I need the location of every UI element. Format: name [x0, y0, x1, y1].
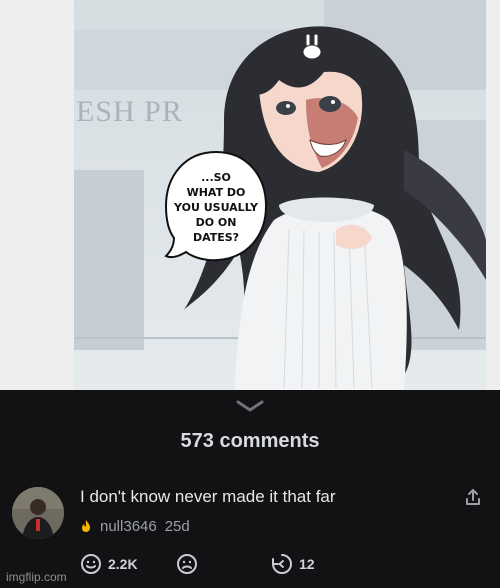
share-icon-shape: [466, 489, 480, 505]
flame-icon: [82, 520, 90, 532]
chevron-down-icon[interactable]: [232, 398, 268, 414]
comment-age: 25d: [164, 517, 190, 535]
frown-icon: [177, 554, 197, 574]
reply-icon: [272, 554, 292, 574]
avatar-image: [12, 487, 64, 539]
upvote-count: 2.2K: [108, 556, 138, 572]
reply-count: 12: [299, 556, 315, 572]
watermark-text: imgflip.com: [6, 570, 67, 584]
comic-illustration: [74, 0, 486, 390]
speech-bubble: ...SO WHAT DO YOU USUALLY DO ON DATES?: [162, 146, 270, 266]
comment-text: I don't know never made it that far: [80, 487, 336, 506]
store-sign-text: ESH PR: [76, 95, 183, 128]
username[interactable]: null3646: [100, 518, 157, 535]
bubble-line: WHAT DO: [186, 186, 246, 199]
bubble-line: DO ON: [195, 216, 237, 229]
speech-bubble-text: ...SO WHAT DO YOU USUALLY DO ON DATES?: [162, 170, 270, 245]
bubble-line: ...SO: [201, 171, 231, 184]
smile-icon: [81, 554, 101, 574]
comment-actions: 2.2K 12: [80, 553, 420, 575]
comments-count: 573 comments: [180, 430, 320, 452]
reply-button[interactable]: 12: [271, 553, 315, 575]
bubble-line: DATES?: [192, 231, 240, 244]
chevron-down-icon-shape: [236, 400, 264, 412]
post-image-region: ESH PR ...SO WHAT DO YOU USUALLY DO ON D…: [0, 0, 500, 390]
downvote-button[interactable]: [176, 553, 198, 575]
upvote-button[interactable]: 2.2K: [80, 553, 138, 575]
bubble-line: YOU USUALLY: [174, 201, 258, 214]
share-icon[interactable]: [465, 488, 481, 506]
avatar[interactable]: [12, 487, 64, 539]
comic-image: ESH PR ...SO WHAT DO YOU USUALLY DO ON D…: [74, 0, 486, 390]
comment-meta: null3646 25d: [80, 517, 190, 535]
